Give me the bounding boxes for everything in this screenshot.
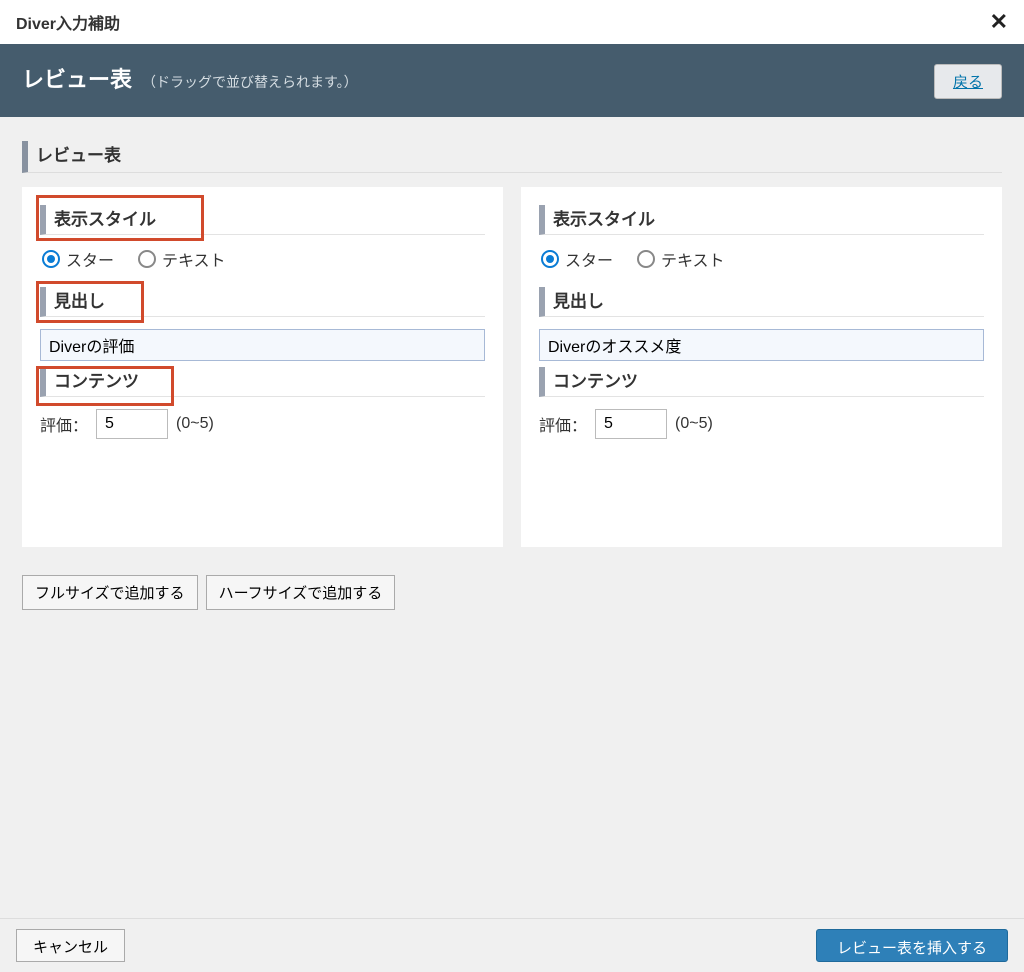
rating-input[interactable]	[96, 409, 168, 439]
banner: レビュー表 （ドラッグで並び替えられます。） 戻る	[0, 44, 1024, 117]
heading-input[interactable]	[40, 329, 485, 361]
contents-label: コンテンツ	[539, 367, 984, 397]
radio-icon	[138, 250, 156, 268]
rating-prefix: 評価：	[539, 412, 587, 436]
display-style-heading: 表示スタイル	[539, 205, 984, 235]
rating-range: (0~5)	[176, 415, 214, 433]
radio-icon	[637, 250, 655, 268]
rating-range: (0~5)	[675, 415, 713, 433]
cancel-button[interactable]: キャンセル	[16, 929, 125, 962]
radio-star-label: スター	[66, 247, 114, 271]
insert-button[interactable]: レビュー表を挿入する	[816, 929, 1008, 962]
banner-subtitle: （ドラッグで並び替えられます。）	[142, 72, 358, 92]
radio-text-label: テキスト	[162, 247, 226, 271]
radio-text-label: テキスト	[661, 247, 725, 271]
radio-icon	[42, 250, 60, 268]
back-button[interactable]: 戻る	[934, 64, 1002, 99]
modal-title: Diver入力補助	[16, 10, 120, 34]
rating-input[interactable]	[595, 409, 667, 439]
heading-label: 見出し	[539, 287, 984, 317]
review-card[interactable]: 表示スタイル スター テキスト 見出し コンテンツ 評価： (0~5)	[521, 187, 1002, 547]
add-fullsize-button[interactable]: フルサイズで追加する	[22, 575, 198, 610]
radio-star[interactable]: スター	[541, 247, 613, 271]
heading-label: 見出し	[40, 287, 485, 317]
radio-text[interactable]: テキスト	[138, 247, 226, 271]
display-style-heading: 表示スタイル	[40, 205, 485, 235]
section-title: レビュー表	[22, 141, 1002, 173]
review-card[interactable]: 表示スタイル スター テキスト 見出し コンテンツ 評価： (0~5)	[22, 187, 503, 547]
close-icon[interactable]: ✕	[990, 11, 1008, 33]
radio-text[interactable]: テキスト	[637, 247, 725, 271]
radio-star-label: スター	[565, 247, 613, 271]
radio-star[interactable]: スター	[42, 247, 114, 271]
contents-label: コンテンツ	[40, 367, 485, 397]
rating-prefix: 評価：	[40, 412, 88, 436]
banner-title: レビュー表	[22, 62, 132, 94]
radio-icon	[541, 250, 559, 268]
heading-input[interactable]	[539, 329, 984, 361]
add-halfsize-button[interactable]: ハーフサイズで追加する	[206, 575, 396, 610]
